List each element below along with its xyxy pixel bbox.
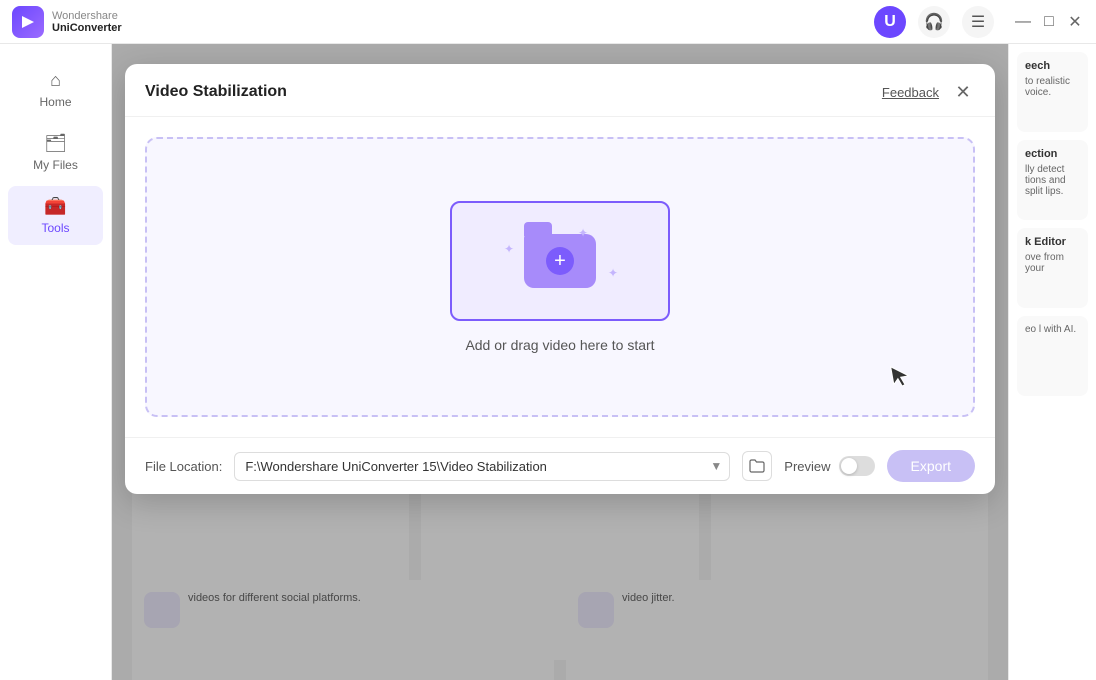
file-location-label: File Location: [145,459,222,474]
window-controls: — □ ✕ [1014,13,1084,31]
modal-body: + ✦ ✦ ✦ Add or drag video here to start [125,117,995,437]
avatar-button[interactable]: U [874,6,906,38]
app-brand: Wondershare UniConverter [52,10,122,34]
modal-footer: File Location: F:\Wondershare UniConvert… [125,437,995,494]
support-button[interactable]: 🎧 [918,6,950,38]
right-card-text-3: ove from your [1025,252,1080,274]
export-button[interactable]: Export [887,450,975,482]
minimize-button[interactable]: — [1014,13,1032,31]
sidebar-item-home-label: Home [39,95,71,109]
drop-zone[interactable]: + ✦ ✦ ✦ Add or drag video here to start [145,137,975,417]
right-card-title-2: ection [1025,148,1080,160]
right-panel: eech to realistic voice. ection lly dete… [1008,44,1096,680]
modal-close-button[interactable]: ✕ [951,80,975,104]
right-card-title-1: eech [1025,60,1080,72]
title-bar-controls: U 🎧 ☰ — □ ✕ [874,6,1084,38]
sidebar-item-tools[interactable]: 🧰 Tools [8,186,103,245]
modal-header: Video Stabilization Feedback ✕ [125,64,995,117]
right-card-1: eech to realistic voice. [1017,52,1088,132]
right-card-2: ection lly detect tions and split lips. [1017,140,1088,220]
file-location-select[interactable]: F:\Wondershare UniConverter 15\Video Sta… [234,452,730,481]
menu-button[interactable]: ☰ [962,6,994,38]
modal-title: Video Stabilization [145,83,287,101]
sidebar-item-myfiles[interactable]: 🗂 My Files [8,123,103,182]
sparkle-icon-1: ✦ [504,242,514,256]
maximize-button[interactable]: □ [1040,13,1058,31]
folder-tab [524,222,552,236]
toggle-knob [841,458,857,474]
modal-header-right: Feedback ✕ [882,80,975,104]
app-logo: Wondershare UniConverter [12,6,122,38]
sparkle-icon-3: ✦ [578,226,588,240]
right-card-title-3: k Editor [1025,236,1080,248]
drop-zone-inner: + ✦ ✦ ✦ [450,201,670,321]
video-stabilization-modal: Video Stabilization Feedback ✕ [125,64,995,494]
close-window-button[interactable]: ✕ [1066,13,1084,31]
drop-zone-text: Add or drag video here to start [465,337,654,353]
sidebar-item-home[interactable]: ⌂ Home [8,60,103,119]
preview-toggle[interactable] [839,456,875,476]
sidebar-item-tools-label: Tools [41,221,69,235]
file-location-select-wrap: F:\Wondershare UniConverter 15\Video Sta… [234,452,730,481]
right-card-3: k Editor ove from your [1017,228,1088,308]
sidebar: ⌂ Home 🗂 My Files 🧰 Tools [0,44,112,680]
main-layout: ⌂ Home 🗂 My Files 🧰 Tools videos for dif… [0,44,1096,680]
sidebar-item-myfiles-label: My Files [33,158,78,172]
tools-icon: 🧰 [44,196,66,217]
folder-plus-icon: + [546,247,574,275]
right-card-text-2: lly detect tions and split lips. [1025,164,1080,197]
home-icon: ⌂ [50,70,61,91]
content-area: videos for different social platforms. v… [112,44,1008,680]
feedback-link[interactable]: Feedback [882,85,939,100]
files-icon: 🗂 [44,133,67,154]
app-logo-icon [12,6,44,38]
right-card-text-4: eo l with AI. [1025,324,1080,335]
browse-folder-button[interactable] [742,451,772,481]
folder-main-icon: + [524,234,596,288]
modal-overlay: Video Stabilization Feedback ✕ [112,44,1008,680]
cursor-icon [888,361,915,396]
folder-icon-container: + ✦ ✦ ✦ [524,234,596,288]
sparkle-icon-2: ✦ [608,266,618,280]
right-card-text-1: to realistic voice. [1025,76,1080,98]
preview-section: Preview [784,456,874,476]
title-bar: Wondershare UniConverter U 🎧 ☰ — □ ✕ [0,0,1096,44]
preview-label: Preview [784,459,830,474]
right-card-4: eo l with AI. [1017,316,1088,396]
